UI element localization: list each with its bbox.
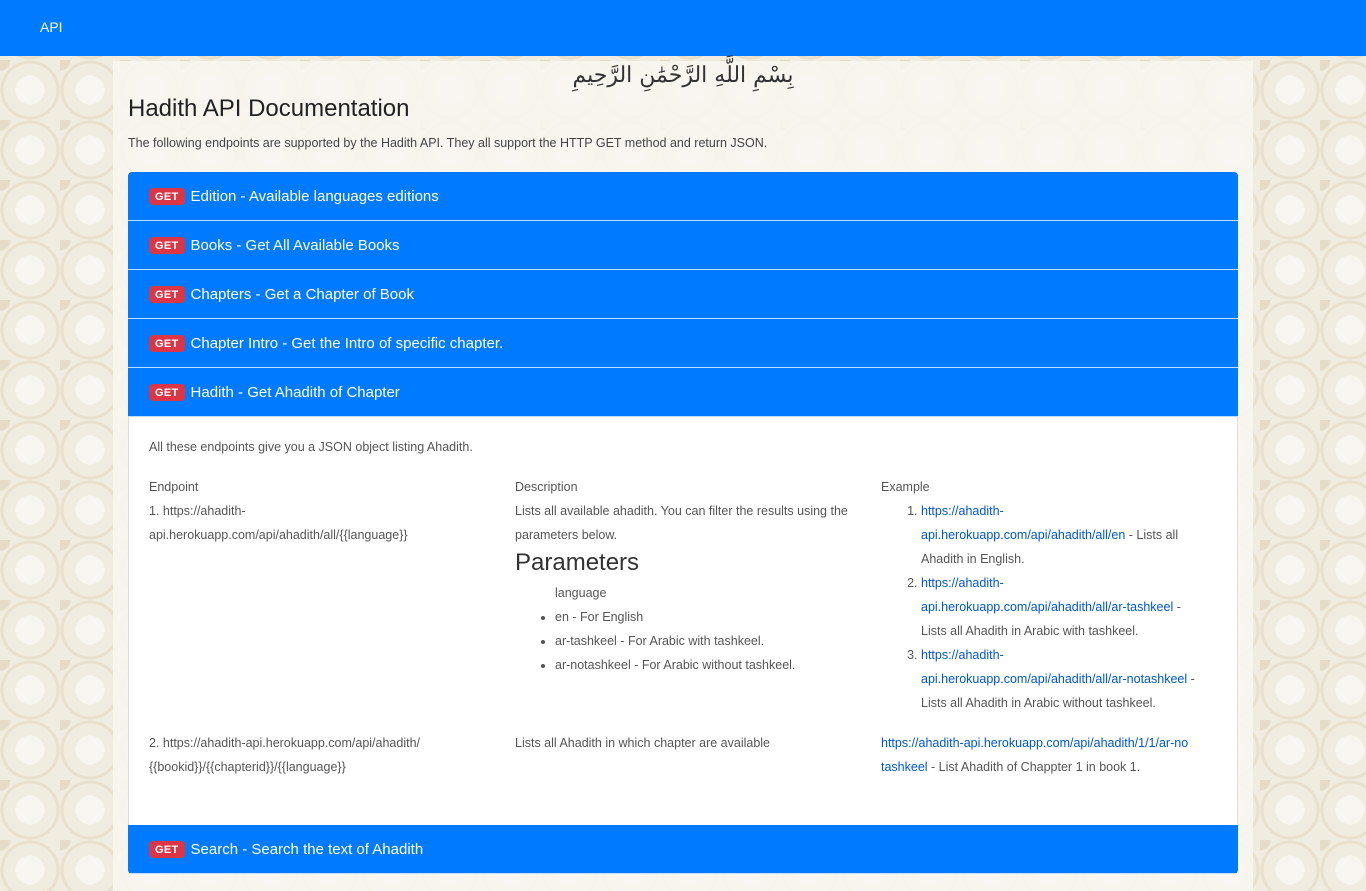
example-item: https://ahadith-api.herokuapp.com/api/ah…: [921, 571, 1201, 643]
description-header: Description: [515, 480, 578, 494]
accordion-header-chapter-intro[interactable]: GET Chapter Intro - Get the Intro of spe…: [128, 319, 1238, 368]
get-method-badge: GET: [149, 334, 185, 352]
example-list: https://ahadith-api.herokuapp.com/api/ah…: [881, 499, 1201, 715]
get-method-badge: GET: [149, 236, 185, 254]
endpoint-2-cell: 2. https://ahadith-api.herokuapp.com/api…: [149, 731, 429, 779]
accordion-title: Chapter Intro - Get the Intro of specifi…: [190, 334, 504, 352]
description-1: Lists all available ahadith. You can fil…: [515, 504, 848, 542]
example-2-cell: https://ahadith-api.herokuapp.com/api/ah…: [881, 731, 1191, 779]
example-link[interactable]: https://ahadith-api.herokuapp.com/api/ah…: [921, 576, 1173, 614]
example-column: Example https://ahadith-api.herokuapp.co…: [881, 475, 1201, 715]
param-language-label: language: [555, 586, 607, 600]
accordion-title: Hadith - Get Ahadith of Chapter: [190, 383, 400, 401]
example-header: Example: [881, 480, 930, 494]
param-item: ar-tashkeel - For Arabic with tashkeel.: [555, 629, 855, 653]
get-method-badge: GET: [149, 840, 185, 858]
endpoint-header: Endpoint: [149, 480, 199, 494]
accordion-title: Chapters - Get a Chapter of Book: [190, 285, 414, 303]
endpoints-accordion: GET Edition - Available languages editio…: [128, 172, 1238, 874]
example-item: https://ahadith-api.herokuapp.com/api/ah…: [921, 499, 1201, 571]
parameters-heading: Parameters: [515, 549, 640, 576]
description-column: Description Lists all available ahadith.…: [515, 475, 855, 677]
panel-intro: All these endpoints give you a JSON obje…: [149, 440, 473, 454]
nav-brand-link[interactable]: API: [40, 19, 63, 35]
example-link[interactable]: https://ahadith-api.herokuapp.com/api/ah…: [921, 648, 1187, 686]
accordion-title: Search - Search the text of Ahadith: [190, 840, 424, 858]
endpoint-column: Endpoint 1. https://ahadith-api.herokuap…: [149, 475, 429, 547]
example-link[interactable]: https://ahadith-api.herokuapp.com/api/ah…: [921, 504, 1125, 542]
example-text: - List Ahadith of Chappter 1 in book 1.: [927, 760, 1141, 774]
accordion-header-search[interactable]: GET Search - Search the text of Ahadith: [128, 825, 1238, 874]
endpoint-1: 1. https://ahadith-api.herokuapp.com/api…: [149, 504, 408, 542]
main-container: بِسْمِ اللَّهِ الرَّحْمَٰنِ الرَّحِيمِ H…: [113, 61, 1253, 891]
page-intro: The following endpoints are supported by…: [128, 136, 768, 150]
accordion-header-chapters[interactable]: GET Chapters - Get a Chapter of Book: [128, 270, 1238, 319]
get-method-badge: GET: [149, 285, 185, 303]
param-item: ar-notashkeel - For Arabic without tashk…: [555, 653, 855, 677]
description-2: Lists all Ahadith in which chapter are a…: [515, 736, 771, 750]
accordion-header-edition[interactable]: GET Edition - Available languages editio…: [128, 172, 1238, 221]
param-item: en - For English: [555, 605, 855, 629]
example-item: https://ahadith-api.herokuapp.com/api/ah…: [921, 643, 1201, 715]
endpoint-2: 2. https://ahadith-api.herokuapp.com/api…: [149, 736, 421, 774]
description-2-cell: Lists all Ahadith in which chapter are a…: [515, 731, 855, 755]
basmala-calligraphy: بِسْمِ اللَّهِ الرَّحْمَٰنِ الرَّحِيمِ: [572, 63, 794, 88]
top-navbar: API: [0, 0, 1366, 56]
param-list: en - For English ar-tashkeel - For Arabi…: [515, 605, 855, 677]
hadith-panel-body: All these endpoints give you a JSON obje…: [128, 417, 1238, 825]
accordion-title: Edition - Available languages editions: [190, 187, 439, 205]
accordion-title: Books - Get All Available Books: [190, 236, 400, 254]
accordion-header-hadith[interactable]: GET Hadith - Get Ahadith of Chapter: [128, 368, 1238, 417]
get-method-badge: GET: [149, 187, 185, 205]
accordion-header-books[interactable]: GET Books - Get All Available Books: [128, 221, 1238, 270]
page-title: Hadith API Documentation: [128, 95, 410, 122]
get-method-badge: GET: [149, 383, 185, 401]
